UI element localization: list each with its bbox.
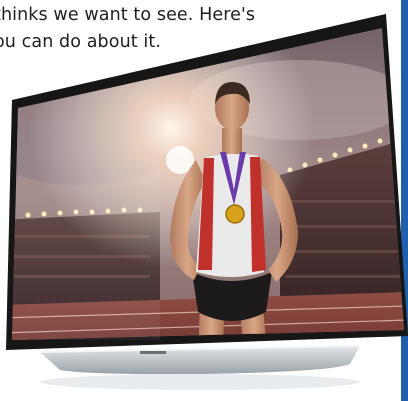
tv-stand xyxy=(39,345,361,390)
tv-svg xyxy=(6,14,408,390)
tv-illustration xyxy=(0,0,408,401)
medal-icon xyxy=(225,204,245,224)
